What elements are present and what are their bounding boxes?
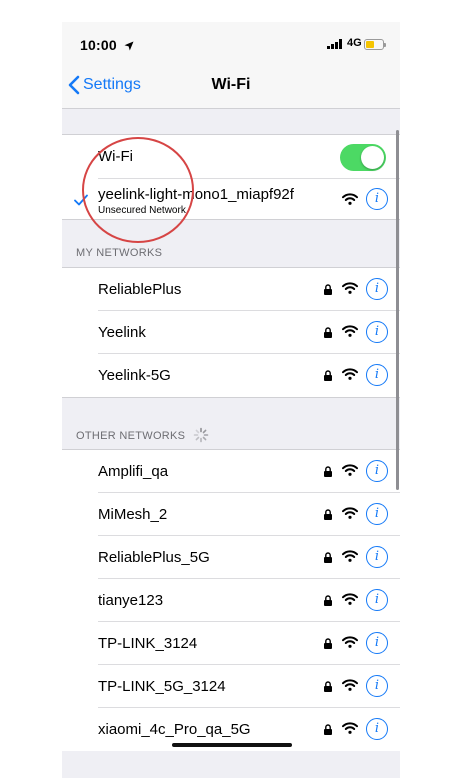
network-name: MiMesh_2 bbox=[98, 506, 168, 523]
list-item[interactable]: Yeelink-5G i bbox=[62, 354, 400, 397]
lock-icon bbox=[324, 509, 332, 520]
list-item[interactable]: MiMesh_2 i bbox=[62, 493, 400, 536]
status-time-label: 10:00 bbox=[80, 37, 117, 53]
other-networks-list: Amplifi_qa i MiMesh_2 i ReliablePlus_5G … bbox=[62, 449, 400, 751]
other-networks-header: OTHER NETWORKS bbox=[76, 427, 209, 443]
wifi-toggle-row: Wi-Fi bbox=[62, 135, 400, 179]
network-name: ReliablePlus_5G bbox=[98, 549, 210, 566]
network-info-button[interactable]: i bbox=[366, 364, 388, 386]
list-item[interactable]: TP-LINK_5G_3124 i bbox=[62, 665, 400, 708]
current-network-name: yeelink-light-mono1_miapf92f bbox=[98, 186, 294, 203]
list-item[interactable]: tianye123 i bbox=[62, 579, 400, 622]
current-network-status: Unsecured Network bbox=[98, 205, 186, 216]
phone-screen: 10:00 4G Settings Wi-Fi Wi-Fi yeelink-li… bbox=[62, 22, 400, 778]
lock-icon bbox=[324, 681, 332, 692]
network-type: 4G bbox=[347, 37, 362, 49]
wifi-signal-icon bbox=[342, 636, 358, 648]
wifi-signal-icon bbox=[342, 368, 358, 380]
lock-icon bbox=[324, 466, 332, 477]
home-indicator[interactable] bbox=[172, 743, 292, 747]
network-name: Yeelink-5G bbox=[98, 367, 171, 384]
loading-spinner-icon bbox=[193, 427, 208, 443]
wifi-signal-icon bbox=[342, 593, 358, 605]
list-item[interactable]: Yeelink i bbox=[62, 311, 400, 354]
status-bar: 10:00 4G bbox=[62, 22, 400, 66]
scrollbar[interactable] bbox=[396, 130, 399, 490]
network-name: tianye123 bbox=[98, 592, 164, 609]
network-info-button[interactable]: i bbox=[366, 675, 388, 697]
network-info-button[interactable]: i bbox=[366, 632, 388, 654]
list-item[interactable]: Amplifi_qa i bbox=[62, 450, 400, 493]
lock-icon bbox=[324, 327, 332, 338]
wifi-group: Wi-Fi yeelink-light-mono1_miapf92f Unsec… bbox=[62, 134, 400, 220]
lock-icon bbox=[324, 370, 332, 381]
location-arrow-icon bbox=[124, 41, 134, 51]
wifi-signal-icon bbox=[342, 282, 358, 294]
lock-icon bbox=[324, 284, 332, 295]
network-info-button[interactable]: i bbox=[366, 589, 388, 611]
wifi-signal-icon bbox=[342, 722, 358, 734]
navigation-bar: Settings Wi-Fi bbox=[62, 66, 400, 109]
lock-icon bbox=[324, 724, 332, 735]
my-networks-list: ReliablePlus i Yeelink i Yeelink-5G i bbox=[62, 267, 400, 398]
current-network-row[interactable]: yeelink-light-mono1_miapf92f Unsecured N… bbox=[62, 179, 400, 219]
wifi-signal-icon bbox=[342, 193, 358, 205]
status-time: 10:00 bbox=[80, 37, 134, 53]
network-name: TP-LINK_3124 bbox=[98, 635, 198, 652]
other-networks-label: OTHER NETWORKS bbox=[76, 430, 186, 442]
lock-icon bbox=[324, 638, 332, 649]
lock-icon bbox=[324, 552, 332, 563]
wifi-signal-icon bbox=[342, 550, 358, 562]
network-info-button[interactable]: i bbox=[366, 546, 388, 568]
wifi-toggle-switch[interactable] bbox=[340, 144, 386, 171]
list-item[interactable]: TP-LINK_3124 i bbox=[62, 622, 400, 665]
network-info-button[interactable]: i bbox=[366, 460, 388, 482]
network-name: Amplifi_qa bbox=[98, 463, 169, 480]
list-item[interactable]: ReliablePlus_5G i bbox=[62, 536, 400, 579]
checkmark-icon bbox=[74, 194, 88, 206]
wifi-signal-icon bbox=[342, 507, 358, 519]
wifi-signal-icon bbox=[342, 325, 358, 337]
list-item[interactable]: ReliablePlus i bbox=[62, 268, 400, 311]
page-title: Wi-Fi bbox=[211, 76, 251, 93]
network-info-button[interactable]: i bbox=[366, 503, 388, 525]
network-info-button[interactable]: i bbox=[366, 321, 388, 343]
lock-icon bbox=[324, 595, 332, 606]
wifi-toggle-label: Wi-Fi bbox=[98, 148, 133, 165]
network-info-button[interactable]: i bbox=[366, 718, 388, 740]
battery-icon bbox=[364, 39, 386, 50]
network-name: TP-LINK_5G_3124 bbox=[98, 678, 226, 695]
wifi-signal-icon bbox=[342, 464, 358, 476]
network-info-button[interactable]: i bbox=[366, 188, 388, 210]
network-info-button[interactable]: i bbox=[366, 278, 388, 300]
signal-bars-icon bbox=[327, 39, 342, 49]
my-networks-header: MY NETWORKS bbox=[76, 247, 163, 259]
network-name: Yeelink bbox=[98, 324, 146, 341]
network-name: ReliablePlus bbox=[98, 281, 182, 298]
wifi-signal-icon bbox=[342, 679, 358, 691]
network-name: xiaomi_4c_Pro_qa_5G bbox=[98, 721, 251, 738]
